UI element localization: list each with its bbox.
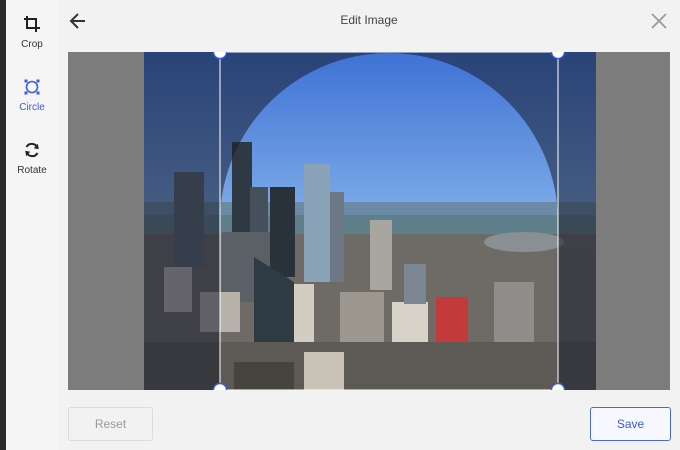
crop-icon [24,16,40,32]
image-preview [144,52,596,390]
tool-circle-label: Circle [19,102,45,113]
tool-rotate[interactable]: Rotate [6,132,58,184]
close-icon[interactable] [648,10,670,32]
edit-image-dialog: Edit Image Reset Save [58,0,680,450]
image-canvas [68,52,670,390]
dialog-header: Edit Image [58,0,680,40]
tool-rail: Crop Circle Rotate [6,0,58,450]
tool-circle[interactable]: Circle [6,69,58,121]
tool-crop[interactable]: Crop [6,6,58,58]
dialog-title: Edit Image [340,13,398,27]
handle-bottom-left[interactable] [212,382,228,391]
dialog-footer: Reset Save [58,400,680,450]
handle-top-right[interactable] [550,52,566,60]
handle-top-left[interactable] [212,52,228,60]
tool-rotate-label: Rotate [17,165,47,176]
circle-select-icon [24,79,40,95]
reset-button[interactable]: Reset [68,407,153,441]
save-button[interactable]: Save [590,407,671,441]
tool-crop-label: Crop [21,39,43,50]
handle-bottom-right[interactable] [550,382,566,391]
rotate-icon [25,142,39,158]
